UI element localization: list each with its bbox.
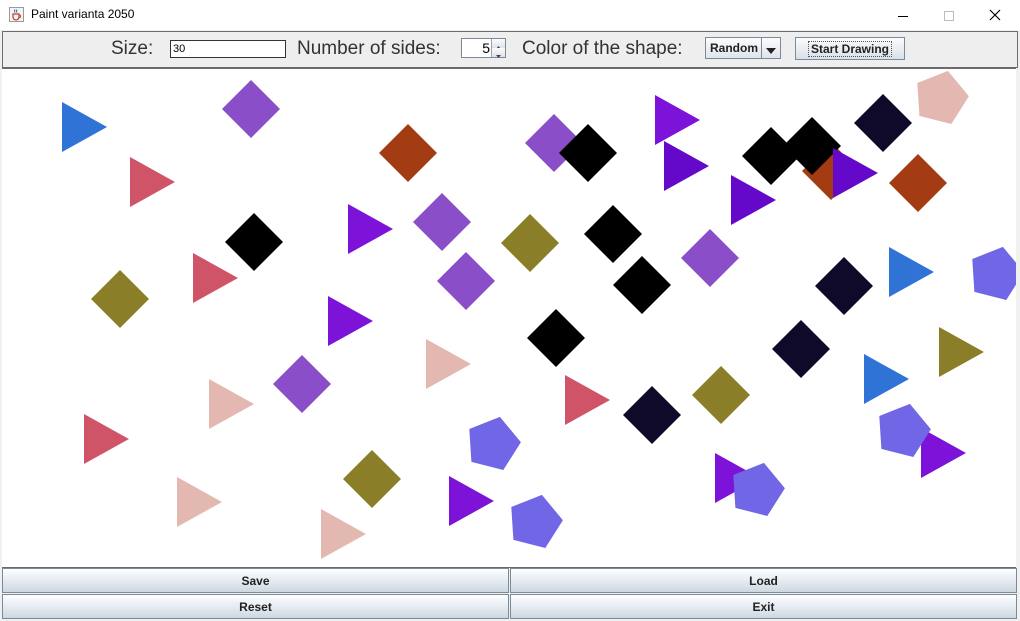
shape-triangle bbox=[664, 141, 709, 191]
save-button[interactable]: Save bbox=[2, 568, 509, 593]
shape-triangle bbox=[833, 148, 878, 198]
color-label: Color of the shape: bbox=[522, 38, 683, 59]
shape-diamond bbox=[854, 94, 912, 152]
caret-down-icon bbox=[766, 39, 776, 58]
shape-triangle bbox=[655, 95, 700, 145]
shape-triangle bbox=[449, 476, 494, 526]
close-button[interactable] bbox=[972, 0, 1018, 30]
shape-diamond bbox=[815, 257, 873, 315]
spinner-down-button[interactable] bbox=[491, 48, 505, 58]
shape-diamond bbox=[623, 386, 681, 444]
shape-diamond bbox=[742, 127, 800, 185]
chevron-down-icon bbox=[496, 43, 501, 62]
dropdown-arrow-button[interactable] bbox=[761, 38, 780, 58]
shape-diamond bbox=[413, 193, 471, 251]
sides-value[interactable]: 5 bbox=[482, 40, 490, 56]
shape-triangle bbox=[62, 102, 107, 152]
shape-diamond bbox=[501, 214, 559, 272]
shape-layer bbox=[62, 70, 1016, 559]
shape-pentagon bbox=[469, 416, 521, 470]
shape-triangle bbox=[209, 379, 254, 429]
start-drawing-button[interactable]: Start Drawing bbox=[795, 37, 905, 60]
shape-diamond bbox=[379, 124, 437, 182]
shape-diamond bbox=[889, 154, 947, 212]
shape-diamond bbox=[527, 309, 585, 367]
shape-triangle bbox=[130, 157, 175, 207]
title-bar: Paint varianta 2050 bbox=[0, 0, 1020, 30]
size-label: Size: bbox=[111, 38, 154, 59]
color-select[interactable]: Random bbox=[705, 37, 781, 59]
sides-label: Number of sides: bbox=[297, 38, 441, 59]
shape-diamond bbox=[681, 229, 739, 287]
reset-button[interactable]: Reset bbox=[2, 594, 509, 619]
shape-diamond bbox=[273, 355, 331, 413]
drawing-canvas[interactable] bbox=[2, 68, 1016, 568]
shape-diamond bbox=[222, 80, 280, 138]
java-cup-icon bbox=[9, 7, 24, 22]
shape-pentagon bbox=[972, 246, 1016, 300]
size-input[interactable]: 30 bbox=[170, 40, 286, 58]
shape-triangle bbox=[921, 428, 966, 478]
maximize-button[interactable] bbox=[926, 0, 972, 30]
minimize-button[interactable] bbox=[880, 0, 926, 30]
shape-triangle bbox=[321, 509, 366, 559]
shape-triangle bbox=[348, 204, 393, 254]
shape-triangle bbox=[426, 339, 471, 389]
shape-triangle bbox=[84, 414, 129, 464]
shape-triangle bbox=[889, 247, 934, 297]
minimize-icon bbox=[898, 6, 908, 25]
shape-diamond bbox=[225, 213, 283, 271]
shape-triangle bbox=[328, 296, 373, 346]
shape-triangle bbox=[177, 477, 222, 527]
shape-triangle bbox=[193, 253, 238, 303]
window-title: Paint varianta 2050 bbox=[31, 7, 135, 21]
shape-diamond bbox=[692, 366, 750, 424]
shape-diamond bbox=[584, 205, 642, 263]
sides-spinner[interactable]: 5 bbox=[461, 38, 506, 58]
shape-triangle bbox=[939, 327, 984, 377]
shape-diamond bbox=[343, 450, 401, 508]
shape-pentagon bbox=[917, 70, 969, 124]
shape-diamond bbox=[91, 270, 149, 328]
load-button[interactable]: Load bbox=[510, 568, 1017, 593]
shape-diamond bbox=[437, 252, 495, 310]
exit-button[interactable]: Exit bbox=[510, 594, 1017, 619]
start-drawing-label: Start Drawing bbox=[807, 40, 892, 57]
shape-diamond bbox=[772, 320, 830, 378]
close-icon bbox=[989, 6, 1001, 25]
shape-pentagon bbox=[511, 494, 563, 548]
maximize-icon bbox=[944, 6, 954, 25]
color-select-value: Random bbox=[710, 41, 758, 55]
shape-diamond bbox=[613, 256, 671, 314]
shape-triangle bbox=[864, 354, 909, 404]
toolbar: Size: 30 Number of sides: 5 Color of the… bbox=[2, 31, 1018, 68]
shape-triangle bbox=[565, 375, 610, 425]
